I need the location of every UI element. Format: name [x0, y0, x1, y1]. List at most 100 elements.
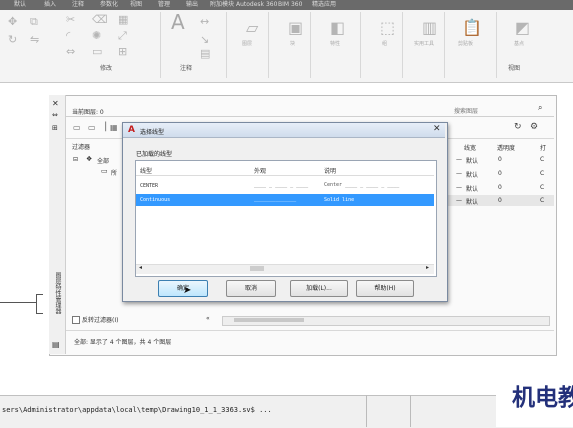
panel-label-annotation[interactable]: 注释 — [180, 64, 192, 74]
row-plot[interactable]: C — [540, 170, 544, 177]
row-transparency[interactable]: 0 — [498, 170, 502, 177]
layer-stack-icon: ▤ — [52, 340, 60, 349]
layer-icon[interactable]: ▱ — [246, 20, 258, 36]
column-description[interactable]: 说明 — [324, 166, 336, 175]
column-linetype[interactable]: 线型 — [140, 166, 152, 175]
palette-title-strip[interactable] — [49, 95, 66, 354]
dialog-close-icon[interactable]: ✕ — [433, 124, 441, 134]
row-lineweight[interactable]: 默认 — [466, 170, 478, 179]
divider — [410, 395, 411, 427]
row-lineweight[interactable]: 默认 — [466, 156, 478, 165]
row-lineweight[interactable]: 默认 — [466, 197, 478, 206]
command-line-text: sers\Administrator\appdata\local\temp\Dr… — [2, 406, 272, 414]
properties-menu-icon[interactable]: ⊞ — [52, 124, 58, 132]
list-horizontal-scrollbar[interactable] — [136, 264, 434, 274]
refresh-icon[interactable]: ↻ — [514, 122, 522, 132]
row-plot[interactable]: C — [540, 197, 544, 204]
column-plot[interactable]: 打 — [540, 143, 546, 152]
tree-item-all[interactable]: 全部 — [97, 156, 109, 165]
table-icon[interactable]: ▤ — [200, 48, 210, 59]
collapse-filter-icon[interactable]: « — [206, 315, 210, 322]
tab-parametric[interactable]: 参数化 — [100, 0, 118, 10]
column-lineweight[interactable]: 线宽 — [464, 143, 476, 152]
divider-bar: | — [104, 121, 108, 132]
stretch-icon[interactable]: ⇔ — [66, 46, 75, 57]
erase-icon[interactable]: ⌫ — [92, 14, 108, 25]
invert-filter-checkbox[interactable] — [72, 316, 80, 324]
tab-featured-apps[interactable]: 精选应用 — [312, 0, 336, 10]
tab-output[interactable]: 输出 — [186, 0, 198, 10]
dialog-title: 选择线型 — [140, 129, 165, 136]
ghost-label-base: 基点 — [514, 41, 525, 47]
copy-icon[interactable]: ⧉ — [30, 16, 38, 27]
linetype-list[interactable] — [135, 160, 437, 277]
dimension-icon[interactable]: ↔ — [200, 16, 209, 27]
utilities-icon[interactable]: ▥ — [422, 20, 437, 36]
scale-icon[interactable]: ⤢ — [118, 30, 127, 41]
new-filter-icon[interactable]: ▭ — [73, 123, 81, 132]
state-manager-icon[interactable]: ▦ — [110, 123, 118, 132]
lineweight-swatch: — — [456, 197, 462, 204]
help-button[interactable]: 帮助(H) — [356, 280, 414, 297]
row-transparency[interactable]: 0 — [498, 184, 502, 191]
block-icon[interactable]: ▣ — [288, 20, 303, 36]
close-icon[interactable]: ✕ — [52, 99, 59, 108]
properties-icon[interactable]: ◧ — [330, 20, 345, 36]
move-icon[interactable]: ✥ — [8, 16, 17, 27]
tree-item-used[interactable]: 所 — [111, 168, 117, 177]
filter-tree-icon: ▭ — [101, 167, 108, 175]
tab-bim360[interactable]: BIM 360 — [278, 0, 302, 10]
panel-separator — [444, 12, 445, 78]
tab-addins[interactable]: 附加模块 — [210, 0, 234, 10]
scrollbar-thumb[interactable] — [250, 266, 264, 271]
search-layer-input[interactable]: 搜索图层 — [454, 106, 478, 115]
list-header-divider — [136, 175, 434, 176]
scroll-left-icon[interactable]: ◂ — [139, 264, 142, 271]
join-icon[interactable]: ⊞ — [118, 46, 127, 57]
row-transparency[interactable]: 0 — [498, 197, 502, 204]
leader-icon[interactable]: ↘ — [200, 34, 209, 45]
offset-icon[interactable]: ▭ — [92, 46, 102, 57]
tab-view[interactable]: 视图 — [130, 0, 142, 10]
fillet-icon[interactable]: ◜ — [66, 30, 70, 41]
panel-label-view[interactable]: 视图 — [508, 64, 520, 74]
cancel-button[interactable]: 取消 — [226, 280, 276, 297]
settings-icon[interactable]: ⚙ — [530, 122, 538, 132]
scroll-right-icon[interactable]: ▸ — [426, 264, 429, 271]
new-group-filter-icon[interactable]: ▭ — [88, 123, 96, 132]
explode-icon[interactable]: ✺ — [92, 30, 101, 41]
loaded-linetypes-label: 已加载的线型 — [136, 151, 173, 158]
row-transparency[interactable]: 0 — [498, 156, 502, 163]
ghost-label-clipboard: 剪贴板 — [458, 41, 474, 47]
tab-manage[interactable]: 管理 — [158, 0, 170, 10]
rotate-icon[interactable]: ↻ — [8, 34, 17, 45]
row-plot[interactable]: C — [540, 184, 544, 191]
filters-header: 过滤器 — [72, 144, 91, 151]
row-lineweight[interactable]: 默认 — [466, 184, 478, 193]
linetype-name: CENTER — [140, 183, 159, 189]
array-icon[interactable]: ▦ — [118, 14, 128, 25]
trim-icon[interactable]: ✂ — [66, 14, 75, 25]
column-transparency[interactable]: 透明度 — [497, 143, 515, 152]
tree-collapse-icon[interactable]: ⊟ — [73, 156, 78, 163]
tab-default[interactable]: 默认 — [14, 0, 26, 10]
dialog-title-bar[interactable] — [123, 123, 445, 138]
tab-autodesk360[interactable]: Autodesk 360 — [236, 0, 277, 10]
search-icon[interactable]: ⌕ — [538, 103, 542, 113]
filter-tree-icon: ❖ — [86, 155, 93, 163]
panel-label-modify[interactable]: 修改 — [100, 64, 112, 74]
ghost-label-group: 组 — [382, 41, 388, 47]
pin-icon[interactable]: ⇔ — [52, 111, 58, 119]
load-button[interactable]: 加载(L)... — [290, 280, 348, 297]
base-view-icon[interactable]: ◩ — [515, 20, 530, 36]
tab-insert[interactable]: 插入 — [44, 0, 56, 10]
scrollbar-thumb[interactable] — [234, 318, 304, 322]
row-plot[interactable]: C — [540, 156, 544, 163]
tab-annotate[interactable]: 注释 — [72, 0, 84, 10]
clipboard-icon[interactable]: 📋 — [462, 20, 482, 36]
group-icon[interactable]: ⬚ — [380, 20, 395, 36]
text-icon[interactable]: A — [171, 12, 185, 32]
mirror-icon[interactable]: ⇋ — [30, 34, 39, 45]
column-appearance[interactable]: 外观 — [254, 166, 266, 175]
palette-grip[interactable] — [36, 294, 43, 314]
